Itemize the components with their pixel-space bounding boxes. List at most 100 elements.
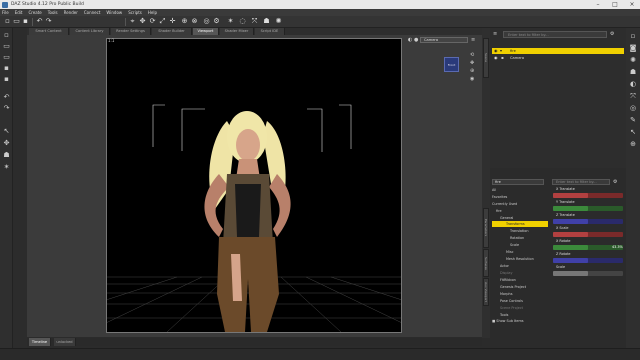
save-as-icon[interactable]: ▪ <box>3 76 10 83</box>
redo-side-icon[interactable]: ↷ <box>3 105 10 112</box>
minimize-button[interactable]: – <box>590 0 606 9</box>
camera-select[interactable]: Camera <box>420 37 468 43</box>
orbit-icon[interactable]: ⟲ <box>470 52 474 58</box>
joint-icon[interactable]: ⊗ <box>191 18 198 25</box>
pane-icon[interactable]: ▫ <box>629 32 637 40</box>
scene-node-fire[interactable]: ◉ ▾ fire <box>492 48 624 54</box>
tab-content-library[interactable]: Content Library <box>70 28 110 35</box>
lock-icon[interactable]: ▾ <box>500 48 502 54</box>
parameter-node-select[interactable]: fire <box>492 179 544 185</box>
tab-script-ide[interactable]: Script IDE <box>255 28 285 35</box>
transform-icon[interactable]: ✥ <box>3 140 10 147</box>
frame-icon[interactable]: ◉ <box>470 76 474 82</box>
rotate-icon[interactable]: ⟳ <box>149 18 156 25</box>
light-icon[interactable]: ✺ <box>275 18 282 25</box>
category-item[interactable]: Rotation <box>492 235 548 241</box>
visibility-eye-icon[interactable]: ◉ <box>494 55 498 61</box>
category-item[interactable]: Currently Used <box>492 201 548 207</box>
scene-options-icon[interactable]: ⚙ <box>610 31 614 37</box>
universal-icon[interactable]: ✛ <box>169 18 176 25</box>
render-icon[interactable]: ◎ <box>629 104 637 112</box>
vtab-aux-viewport[interactable]: Aux Viewport <box>483 278 489 306</box>
zoom-icon[interactable]: ⊕ <box>470 68 474 74</box>
figure-tool-icon[interactable]: ☗ <box>3 152 10 159</box>
open-icon[interactable]: ▭ <box>13 18 20 25</box>
parameter-search-input[interactable]: Enter text to filter by... <box>552 179 610 185</box>
viewport-canvas[interactable] <box>6 38 502 333</box>
tab-render-settings[interactable]: Render Settings <box>111 28 151 35</box>
category-item[interactable]: Actor <box>492 263 548 269</box>
param-options-icon[interactable]: ⚙ <box>613 179 617 185</box>
pointer-tool-icon[interactable]: ↖ <box>629 128 637 136</box>
undo-side-icon[interactable]: ↶ <box>3 94 10 101</box>
nav-cube[interactable]: Front <box>444 57 459 72</box>
menu-tools[interactable]: Tools <box>48 10 58 15</box>
menu-window[interactable]: Window <box>106 10 122 15</box>
param-slider-z-translate[interactable] <box>553 219 623 224</box>
brush-icon[interactable]: ✎ <box>629 116 637 124</box>
close-button[interactable]: × <box>624 0 640 9</box>
settings-icon[interactable]: ⚙ <box>213 18 220 25</box>
maximize-button[interactable]: □ <box>607 0 623 9</box>
param-slider-x-translate[interactable] <box>553 193 623 198</box>
viewport-menu-icon[interactable]: ≡ <box>471 37 475 43</box>
category-item-selected[interactable]: Transforms <box>492 221 548 227</box>
geometry-icon[interactable]: ✶ <box>227 18 234 25</box>
param-slider-y-translate[interactable] <box>553 206 623 211</box>
vtab-parameters[interactable]: Parameters <box>483 208 489 248</box>
menu-create[interactable]: Create <box>28 10 41 15</box>
category-item[interactable]: FitRibbon <box>492 277 548 283</box>
select-icon[interactable]: ⌖ <box>129 18 136 25</box>
save-scene-icon[interactable]: ▪ <box>3 65 10 72</box>
figure-icon[interactable]: ☗ <box>263 18 270 25</box>
menu-render[interactable]: Render <box>64 10 78 15</box>
open-file-icon[interactable]: ▭ <box>3 43 10 50</box>
menu-help[interactable]: Help <box>148 10 157 15</box>
category-item[interactable]: Pose Controls <box>492 298 548 304</box>
tab-unlocked[interactable]: unlocked <box>54 338 76 346</box>
tab-timeline[interactable]: Timeline <box>29 338 51 346</box>
param-slider-z-rotate[interactable] <box>553 258 623 263</box>
category-item[interactable]: Display <box>492 270 548 276</box>
drawstyle-icon[interactable]: ● <box>414 37 418 43</box>
menu-file[interactable]: File <box>2 10 9 15</box>
category-item[interactable]: Favorites <box>492 194 548 200</box>
category-item[interactable]: Mesh Resolution <box>492 256 548 262</box>
scene-node-camera[interactable]: ◉ ▪ Camera <box>492 55 624 61</box>
tab-shader-mixer[interactable]: Shader Mixer <box>220 28 254 35</box>
camera-icon[interactable]: ◙ <box>629 44 637 52</box>
redo-icon[interactable]: ↷ <box>45 18 52 25</box>
material-icon[interactable]: ◐ <box>629 80 637 88</box>
menu-connect[interactable]: Connect <box>84 10 101 15</box>
category-item[interactable]: Genesis Project <box>492 284 548 290</box>
undo-icon[interactable]: ↶ <box>36 18 43 25</box>
category-item[interactable]: Scale <box>492 242 548 248</box>
new-scene-icon[interactable]: ▫ <box>3 32 10 39</box>
render-icon[interactable]: ◎ <box>203 18 210 25</box>
figure-icon[interactable]: ☗ <box>629 68 637 76</box>
scene-menu-icon[interactable]: ≡ <box>493 31 497 37</box>
category-item[interactable]: All <box>492 187 548 193</box>
merge-icon[interactable]: ▭ <box>3 54 10 61</box>
tab-smart-content[interactable]: Smart Content <box>29 28 69 35</box>
category-item[interactable]: Morphs <box>492 291 548 297</box>
show-sub-items-checkbox[interactable]: ■ Show Sub Items <box>492 319 524 323</box>
category-item[interactable]: Tools <box>492 312 548 318</box>
tab-shader-builder[interactable]: Shader Builder <box>152 28 192 35</box>
param-slider-scale[interactable] <box>553 271 623 276</box>
pointer-icon[interactable]: ↖ <box>3 128 10 135</box>
new-icon[interactable]: ▫ <box>4 18 11 25</box>
scene-search-input[interactable]: Enter text to filter by... <box>503 31 607 38</box>
pose-icon[interactable]: ⤧ <box>629 92 637 100</box>
move-icon[interactable]: ✥ <box>139 18 146 25</box>
menu-scripts[interactable]: Scripts <box>128 10 142 15</box>
light-icon[interactable]: ✺ <box>629 56 637 64</box>
scale-icon[interactable]: ⤢ <box>159 18 166 25</box>
pose-icon[interactable]: ⤧ <box>251 18 258 25</box>
menu-edit[interactable]: Edit <box>15 10 23 15</box>
surface-icon[interactable]: ◌ <box>239 18 246 25</box>
category-item[interactable]: fire <box>492 208 548 214</box>
save-icon[interactable]: ▪ <box>22 18 29 25</box>
vtab-scene[interactable]: Scene <box>483 38 489 78</box>
category-item[interactable]: Translation <box>492 228 548 234</box>
